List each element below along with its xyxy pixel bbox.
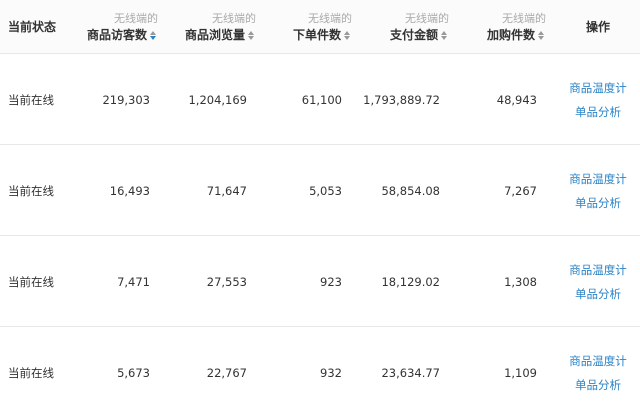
ops-cell: 商品温度计 单品分析: [556, 236, 640, 327]
table-header: 当前状态 无线端的 商品访客数 无线端的 商品浏览量 无线端的 下单件数 无线端…: [0, 0, 640, 54]
header-orders[interactable]: 无线端的 下单件数: [293, 0, 352, 54]
header-payment-label: 支付金额: [389, 27, 438, 42]
thermometer-link[interactable]: 商品温度计: [569, 76, 627, 100]
header-cart-label: 加购件数: [486, 27, 535, 42]
thermometer-link[interactable]: 商品温度计: [569, 349, 627, 373]
header-views-sub: 无线端的: [212, 11, 256, 25]
item-analysis-link[interactable]: 单品分析: [575, 373, 621, 397]
visitors-cell: 16,493: [109, 183, 150, 198]
header-cart-sub: 无线端的: [502, 11, 546, 25]
item-analysis-link[interactable]: 单品分析: [575, 100, 621, 124]
sort-icon[interactable]: [150, 29, 158, 41]
visitors-cell: 7,471: [117, 274, 150, 289]
visitors-cell: 219,303: [102, 92, 150, 107]
orders-cell: 5,053: [309, 183, 342, 198]
header-payment[interactable]: 无线端的 支付金额: [390, 0, 449, 54]
cart-cell: 1,308: [504, 274, 537, 289]
table-row: 当前在线 7,471 27,553 923 18,129.02 1,308 商品…: [0, 236, 640, 327]
sort-icon[interactable]: [344, 29, 352, 41]
orders-cell: 923: [320, 274, 342, 289]
cart-cell: 1,109: [504, 365, 537, 380]
header-orders-label: 下单件数: [292, 27, 341, 42]
cart-cell: 7,267: [504, 183, 537, 198]
thermometer-link[interactable]: 商品温度计: [569, 258, 627, 282]
header-payment-sub: 无线端的: [405, 11, 449, 25]
item-analysis-link[interactable]: 单品分析: [575, 191, 621, 215]
item-analysis-link[interactable]: 单品分析: [575, 282, 621, 306]
views-cell: 27,553: [206, 274, 247, 289]
header-status-label: 当前状态: [8, 19, 57, 34]
header-views-label: 商品浏览量: [184, 27, 245, 42]
table-row: 当前在线 16,493 71,647 5,053 58,854.08 7,267…: [0, 145, 640, 236]
views-cell: 22,767: [206, 365, 247, 380]
payment-cell: 1,793,889.72: [363, 92, 440, 107]
orders-cell: 61,100: [301, 92, 342, 107]
ops-cell: 商品温度计 单品分析: [556, 54, 640, 145]
sort-icon[interactable]: [248, 29, 256, 41]
payment-cell: 58,854.08: [381, 183, 440, 198]
payment-cell: 23,634.77: [381, 365, 440, 380]
visitors-cell: 5,673: [117, 365, 150, 380]
header-ops-label: 操作: [585, 19, 610, 34]
header-visitors[interactable]: 无线端的 商品访客数: [87, 0, 158, 54]
ops-cell: 商品温度计 单品分析: [556, 327, 640, 408]
payment-cell: 18,129.02: [381, 274, 440, 289]
sort-icon[interactable]: [441, 29, 449, 41]
status-cell: 当前在线: [8, 274, 54, 289]
header-visitors-label: 商品访客数: [86, 27, 147, 42]
status-cell: 当前在线: [8, 92, 54, 107]
sort-icon[interactable]: [538, 29, 546, 41]
thermometer-link[interactable]: 商品温度计: [569, 167, 627, 191]
ops-cell: 商品温度计 单品分析: [556, 145, 640, 236]
views-cell: 1,204,169: [188, 92, 247, 107]
product-data-table: 当前状态 无线端的 商品访客数 无线端的 商品浏览量 无线端的 下单件数 无线端…: [0, 0, 640, 408]
status-cell: 当前在线: [8, 365, 54, 380]
orders-cell: 932: [320, 365, 342, 380]
header-visitors-sub: 无线端的: [114, 11, 158, 25]
header-ops: 操作: [556, 0, 640, 54]
header-orders-sub: 无线端的: [308, 11, 352, 25]
table-row: 当前在线 219,303 1,204,169 61,100 1,793,889.…: [0, 54, 640, 145]
table-row: 当前在线 5,673 22,767 932 23,634.77 1,109 商品…: [0, 327, 640, 408]
views-cell: 71,647: [206, 183, 247, 198]
cart-cell: 48,943: [496, 92, 537, 107]
status-cell: 当前在线: [8, 183, 54, 198]
header-cart[interactable]: 无线端的 加购件数: [487, 0, 546, 54]
header-views[interactable]: 无线端的 商品浏览量: [185, 0, 256, 54]
header-status: 当前状态: [8, 0, 68, 54]
